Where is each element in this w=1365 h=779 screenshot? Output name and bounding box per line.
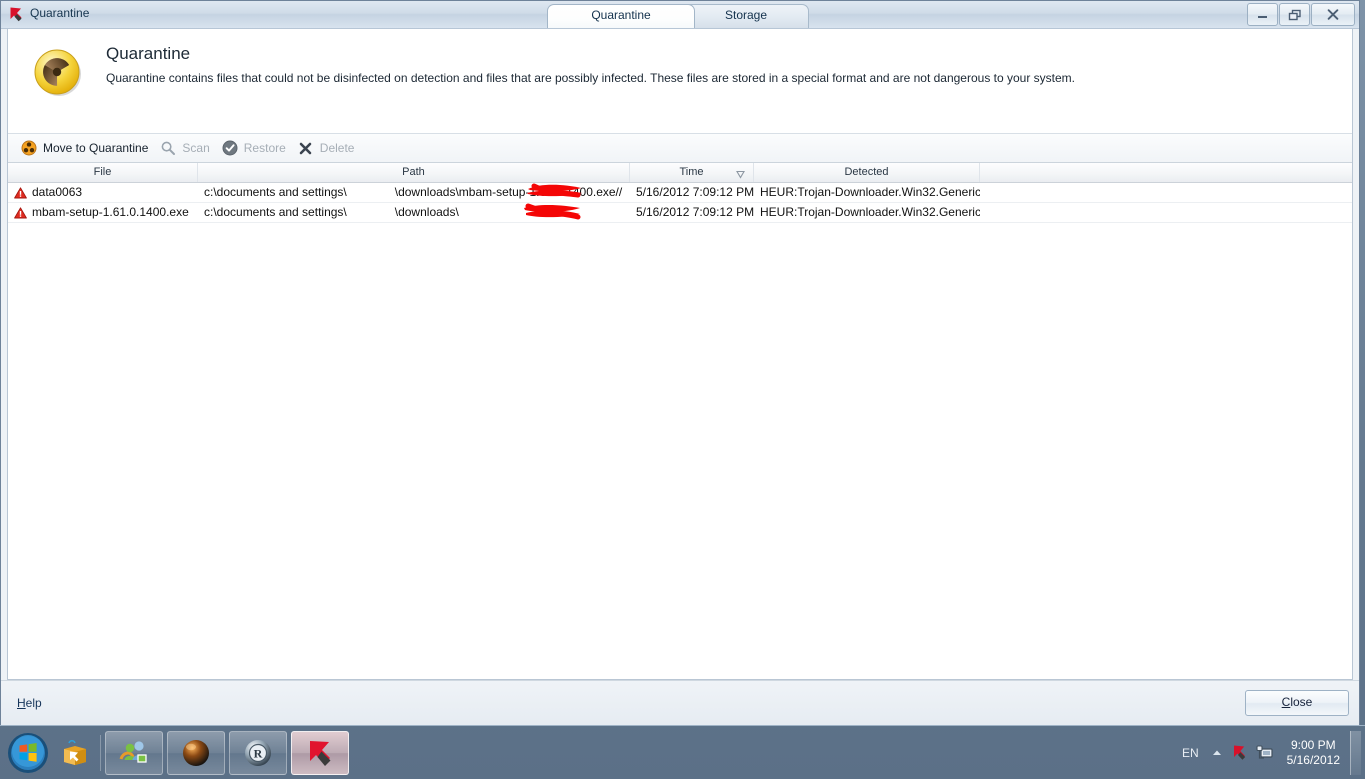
window-controls bbox=[1246, 3, 1355, 26]
restore-button-toolbar[interactable]: Restore bbox=[219, 135, 295, 161]
table-row[interactable]: data0063 c:\documents and settings\ \down… bbox=[8, 183, 1352, 203]
redaction-mark bbox=[524, 203, 581, 220]
column-header-filler bbox=[980, 163, 1352, 182]
cell-path-before: c:\documents and settings\ bbox=[204, 205, 347, 219]
warning-triangle-icon bbox=[14, 206, 27, 219]
window-client-area: Quarantine Quarantine contains files tha… bbox=[7, 29, 1353, 680]
close-button[interactable] bbox=[1311, 3, 1355, 26]
desktop-background: Quarantine Storage Quarantine Quarantine… bbox=[0, 0, 1365, 779]
scan-label: Scan bbox=[182, 141, 210, 155]
quicklaunch-kaspersky-box-icon[interactable] bbox=[54, 731, 96, 775]
column-header-detected-label: Detected bbox=[844, 166, 889, 178]
tray-language-indicator[interactable]: EN bbox=[1182, 746, 1199, 760]
move-to-quarantine-button[interactable]: Move to Quarantine bbox=[18, 135, 157, 161]
biohazard-icon bbox=[20, 139, 38, 157]
taskbar-item-messenger[interactable] bbox=[105, 730, 163, 775]
show-hidden-icons-chevron[interactable] bbox=[1211, 748, 1223, 758]
cell-detected: HEUR:Trojan-Downloader.Win32.Generic bbox=[760, 185, 980, 199]
cell-path-after: \downloads\ bbox=[394, 205, 459, 219]
system-tray: EN 9:00 PM 5/16/2012 bbox=[1182, 726, 1365, 779]
show-desktop-button[interactable] bbox=[1350, 730, 1361, 775]
taskbar-item-dark-sphere[interactable] bbox=[167, 730, 225, 775]
actions-toolbar: Move to Quarantine Scan Restore Delete bbox=[8, 134, 1352, 163]
page-description: Quarantine contains files that could not… bbox=[106, 71, 1076, 85]
column-header-path[interactable]: Path bbox=[198, 163, 630, 182]
cell-filler bbox=[980, 203, 1352, 222]
cell-file: data0063 bbox=[8, 183, 198, 202]
close-label-rest: lose bbox=[1290, 695, 1313, 709]
taskbar-item-kaspersky[interactable] bbox=[291, 730, 349, 775]
warning-triangle-icon bbox=[14, 186, 27, 199]
cell-detected: HEUR:Trojan-Downloader.Win32.Generic bbox=[760, 205, 980, 219]
tab-quarantine-label: Quarantine bbox=[591, 8, 651, 22]
radiation-icon bbox=[32, 47, 90, 102]
cell-file-label: mbam-setup-1.61.0.1400.exe bbox=[32, 205, 189, 219]
help-link[interactable]: Help bbox=[17, 696, 42, 710]
window-footer: Help Close bbox=[1, 680, 1359, 725]
column-header-file[interactable]: File bbox=[8, 163, 198, 182]
cell-path: c:\documents and settings\ \downloads\ bbox=[198, 203, 630, 222]
cell-file: mbam-setup-1.61.0.1400.exe bbox=[8, 203, 198, 222]
magnifier-icon bbox=[159, 139, 177, 157]
quarantine-file-list[interactable]: data0063 c:\documents and settings\ \down… bbox=[8, 183, 1352, 679]
network-tray-icon[interactable] bbox=[1256, 745, 1273, 760]
restore-label: Restore bbox=[243, 141, 286, 155]
column-header-time[interactable]: Time bbox=[630, 163, 754, 182]
kaspersky-logo-icon bbox=[8, 6, 25, 23]
column-header-time-label: Time bbox=[679, 166, 704, 178]
window-titlebar: Quarantine Storage Quarantine bbox=[1, 1, 1359, 29]
restore-check-icon bbox=[221, 139, 239, 157]
restore-button[interactable] bbox=[1279, 3, 1310, 26]
cell-time: 5/16/2012 7:09:12 PM bbox=[636, 185, 754, 199]
cell-path-after: \downloads\mbam-setup-1.61.0.1400.exe// bbox=[394, 185, 623, 199]
close-dialog-button[interactable]: Close bbox=[1245, 690, 1349, 716]
help-accel: H bbox=[17, 696, 26, 710]
table-column-headers: File Path Time Detected bbox=[8, 163, 1352, 183]
clock-time: 9:00 PM bbox=[1290, 737, 1336, 752]
cell-path-before: c:\documents and settings\ bbox=[204, 185, 347, 199]
delete-label: Delete bbox=[319, 141, 355, 155]
cell-time: 5/16/2012 7:09:12 PM bbox=[636, 205, 754, 219]
svg-text:R: R bbox=[254, 746, 263, 760]
delete-button[interactable]: Delete bbox=[295, 135, 364, 161]
column-header-file-label: File bbox=[93, 166, 112, 178]
tab-quarantine[interactable]: Quarantine bbox=[547, 4, 695, 28]
kaspersky-tray-icon[interactable] bbox=[1231, 744, 1248, 761]
x-mark-icon bbox=[297, 139, 315, 157]
window-title: Quarantine bbox=[30, 6, 90, 20]
cell-filler bbox=[980, 183, 1352, 202]
tab-storage-label: Storage bbox=[724, 8, 768, 22]
tab-storage[interactable]: Storage bbox=[683, 4, 809, 28]
move-to-quarantine-label: Move to Quarantine bbox=[43, 141, 149, 155]
table-row[interactable]: mbam-setup-1.61.0.1400.exe c:\documents … bbox=[8, 203, 1352, 223]
windows-start-orb-icon[interactable] bbox=[2, 729, 54, 777]
taskbar-separator bbox=[100, 734, 101, 771]
page-banner: Quarantine Quarantine contains files tha… bbox=[8, 29, 1352, 134]
cell-path: c:\documents and settings\ \downloads\mba… bbox=[198, 183, 630, 202]
minimize-button[interactable] bbox=[1247, 3, 1278, 26]
page-title: Quarantine bbox=[106, 44, 191, 63]
taskbar-item-revo-r-sphere[interactable]: R bbox=[229, 730, 287, 775]
scan-button[interactable]: Scan bbox=[157, 135, 218, 161]
windows-taskbar: R EN 9:00 PM 5/16/2012 bbox=[0, 725, 1365, 779]
quarantine-window: Quarantine Storage Quarantine Quarantine… bbox=[0, 0, 1360, 726]
help-label-rest: elp bbox=[25, 696, 42, 710]
column-header-detected[interactable]: Detected bbox=[754, 163, 980, 182]
column-header-path-label: Path bbox=[402, 166, 425, 178]
taskbar-clock[interactable]: 9:00 PM 5/16/2012 bbox=[1287, 738, 1340, 768]
cell-file-label: data0063 bbox=[32, 185, 83, 199]
clock-date: 5/16/2012 bbox=[1286, 752, 1340, 767]
